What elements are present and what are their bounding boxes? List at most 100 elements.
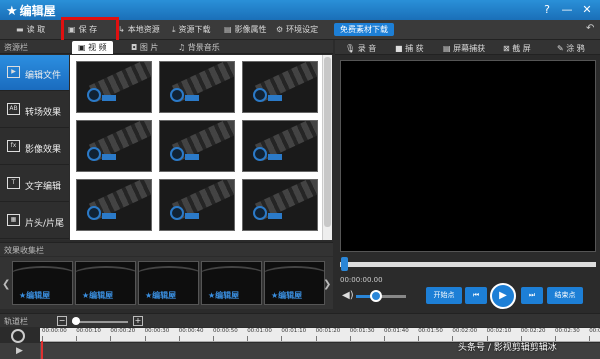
zoom-in-button[interactable]: + [133,316,143,326]
read-button[interactable]: ▬ 读 取 [16,24,45,37]
preview-timeline[interactable] [340,262,596,267]
effects-prev-arrow-icon[interactable]: ❮ [2,279,10,290]
star-icon: ★ [6,4,18,19]
nav-text-edit[interactable]: T 文字编辑 [0,166,69,202]
screenshot-label: 截 屏 [512,44,531,53]
play-button[interactable]: ▶ [490,283,516,309]
speaker-icon[interactable]: ◀) [342,290,354,301]
record-audio-button[interactable]: 🎙︎ 录 音 [345,43,376,54]
ruler-tick: 00:02:20 [520,328,546,341]
tab-music[interactable]: ♫ 背景音乐 [172,41,226,54]
scrollbar-thumb[interactable] [324,57,331,227]
free-material-download-button[interactable]: 免费素材下载 [334,23,394,36]
preview-timeline-marker[interactable] [341,257,348,271]
screen-icon: ▤ [443,44,454,53]
effects-icon: fx [7,140,20,152]
effects-strip: ❮ ❯ ★编辑屋 ★编辑屋 ★编辑屋 ★编辑屋 ★编辑屋 [0,257,333,309]
local-resource-button[interactable]: ↳ 本地资源 [118,24,160,37]
film-reel-icon [253,88,267,102]
effect-thumbnail[interactable]: ★编辑屋 [201,261,262,305]
end-point-button[interactable]: 结束点 [547,287,583,304]
app-window: ★ 编辑屋 ? — ✕ ▬ 读 取 ▣ 保 存 ↳ 本地资源 ⤓ 资源下载 ▤ 影像属性 ⚙… [0,0,600,359]
camera-capture-icon: ■ [395,44,406,53]
wave-graphic [76,266,135,286]
start-point-button[interactable]: 开始点 [426,287,462,304]
video-thumbnail[interactable] [76,120,152,172]
effect-thumbnail[interactable]: ★编辑屋 [138,261,199,305]
zoom-knob[interactable] [72,317,80,325]
video-tab-icon: ▣ [78,43,89,52]
nav-image-effects[interactable]: fx 影像效果 [0,129,69,165]
effect-logo: ★编辑屋 [145,291,177,300]
resource-download-button[interactable]: ⤓ 资源下载 [172,24,211,37]
resource-panel-label: 资源栏 [4,43,28,52]
video-preview[interactable] [340,60,596,252]
nav-transition[interactable]: AB 转场效果 [0,92,69,128]
screen-capture-button[interactable]: ▤ 屏幕捕获 [443,43,485,54]
minimize-button[interactable]: — [560,3,574,16]
track-play-icon: ▶ [16,346,23,356]
wave-graphic [202,266,261,286]
ruler-tick: 00:02:30 [555,328,580,341]
app-title: 编辑屋 [19,4,56,18]
nav-edit-file[interactable]: ▶ 编辑文件 [0,55,69,91]
zoom-out-button[interactable]: − [57,316,67,326]
track-label: 轨道栏 [4,317,28,326]
timeline-playhead[interactable] [41,341,43,359]
camera-body-icon [268,213,282,219]
effect-thumbnail[interactable]: ★编辑屋 [12,261,73,305]
effect-thumbnail[interactable]: ★编辑屋 [75,261,136,305]
video-thumbnail[interactable] [242,61,318,113]
ruler-tick: 00:00:40 [178,328,204,341]
track-header: 轨道栏 − + [0,313,600,327]
effects-header: 效果收集栏 [0,242,333,256]
nav-edit-file-label: 编辑文件 [25,71,62,81]
tab-video-label: 视 频 [88,43,107,52]
nav-intro-outro[interactable]: ▦ 片头/片尾 [0,203,69,239]
tab-pictures-label: 图 片 [139,43,159,52]
ruler-tick: 00:01:20 [315,328,341,341]
video-thumbnail[interactable] [159,179,235,231]
screenshot-button[interactable]: ⊠ 截 屏 [503,43,531,54]
nav-image-effects-label: 影像效果 [25,145,62,155]
next-icon[interactable]: ⏭ [521,287,543,304]
close-button[interactable]: ✕ [580,3,594,16]
video-thumbnail[interactable] [76,179,152,231]
pencil-icon: ✎ [557,44,567,53]
wave-graphic [265,266,324,286]
gear-icon: ⚙ [276,25,284,34]
capture-toolbar: 🎙︎ 录 音 ■ 捕 获 ▤ 屏幕捕获 ⊠ 截 屏 ✎ 涂 鸦 [335,40,600,55]
video-thumbnail[interactable] [159,120,235,172]
ruler-tick: 00:00:00 [42,328,67,341]
tab-pictures[interactable]: ◘ 图 片 [125,41,164,54]
ruler-tick: 00:01:10 [281,328,307,341]
read-label: 读 取 [26,25,46,34]
doodle-button[interactable]: ✎ 涂 鸦 [557,43,585,54]
video-thumbnail[interactable] [76,61,152,113]
zoom-slider[interactable] [72,321,128,323]
film-reel-icon [170,88,184,102]
record-audio-label: 录 音 [357,44,377,53]
capture-label: 捕 获 [405,44,424,53]
settings-button[interactable]: ⚙ 环境设定 [276,24,318,37]
film-reel-icon [87,147,101,161]
capture-button[interactable]: ■ 捕 获 [395,43,424,54]
arrow-icon: ↳ [118,25,125,34]
back-arrow-icon[interactable]: ↶ [586,23,594,34]
ruler-tick: 00:02:10 [486,328,512,341]
volume-knob[interactable] [370,290,382,302]
ruler-tick: 00:02:00 [452,328,478,341]
thumbnail-scrollbar[interactable] [322,55,332,240]
ruler-tick: 00:00:10 [76,328,101,341]
film-reel-icon [170,206,184,220]
tab-video[interactable]: ▣ 视 频 [72,41,113,54]
previous-icon[interactable]: ⏮ [465,287,487,304]
video-thumbnail[interactable] [242,120,318,172]
screenshot-icon: ⊠ [503,44,513,53]
image-properties-button[interactable]: ▤ 影像属性 [224,24,267,37]
video-thumbnail[interactable] [242,179,318,231]
video-thumbnail[interactable] [159,61,235,113]
film-icon: ▦ [7,214,20,226]
help-button[interactable]: ? [540,3,554,16]
effect-thumbnail[interactable]: ★编辑屋 [264,261,325,305]
